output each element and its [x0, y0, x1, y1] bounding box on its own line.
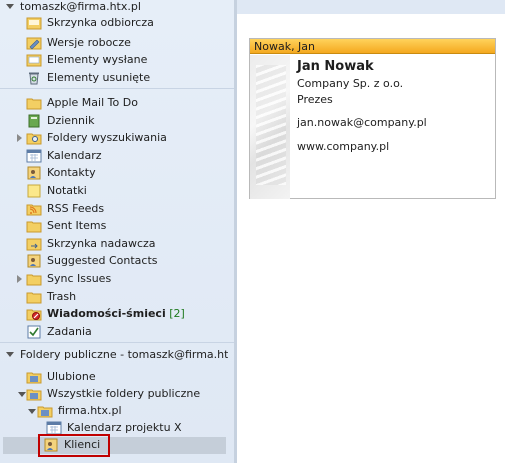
notes-icon: [27, 184, 41, 198]
folder-label: Suggested Contacts: [47, 254, 158, 267]
expand-icon[interactable]: [17, 275, 22, 283]
tasks-icon: [27, 325, 41, 339]
collapse-icon[interactable]: [6, 4, 14, 9]
folder-label: Wersje robocze: [47, 36, 131, 49]
folder-label: firma.htx.pl: [58, 404, 122, 417]
contact-website: www.company.pl: [297, 140, 390, 153]
collapse-icon[interactable]: [6, 352, 14, 357]
contact-name: Jan Nowak: [297, 59, 374, 74]
folder-label: Sent Items: [47, 219, 107, 232]
folder-label: Elementy usunięte: [47, 71, 151, 84]
folder-label: Trash: [47, 290, 77, 303]
unread-count: [2]: [169, 307, 185, 320]
folder-label: Kalendarz: [47, 149, 102, 162]
folder-label: Skrzynka nadawcza: [47, 237, 156, 250]
folder-label: Foldery wyszukiwania: [47, 131, 167, 144]
folder-label: Wszystkie foldery publiczne: [47, 387, 201, 400]
folder-label: Dziennik: [47, 114, 95, 127]
folder-label: Notatki: [47, 184, 87, 197]
folder-label: Kontakty: [47, 166, 96, 179]
contact-card[interactable]: Nowak, Jan Jan Nowak Company Sp. z o.o. …: [249, 38, 496, 199]
contacts-icon: [27, 254, 41, 268]
contact-file-as: Nowak, Jan: [254, 40, 316, 53]
folder-icon: [26, 221, 42, 233]
junk-icon: [26, 309, 42, 321]
collapse-icon[interactable]: [28, 409, 36, 414]
folder-label: Elementy wysłane: [47, 53, 148, 66]
contact-company: Company Sp. z o.o.: [297, 77, 404, 90]
contact-card-title[interactable]: Nowak, Jan: [250, 39, 495, 54]
separator: [0, 342, 234, 343]
contacts-icon: [27, 166, 41, 180]
sent-items-icon: [26, 54, 42, 67]
folder-icon: [26, 274, 42, 286]
public-folders-header[interactable]: Foldery publiczne - tomaszk@firma.htx.pl: [6, 347, 228, 363]
card-decoration: [250, 55, 290, 199]
public-folder-icon: [37, 406, 53, 418]
search-folder-icon: [26, 133, 42, 145]
folder-label: Skrzynka odbiorcza: [47, 16, 154, 29]
contact-position: Prezes: [297, 93, 333, 106]
public-folders-icon: [26, 389, 42, 401]
selection-outline: [38, 434, 110, 457]
view-header-strip: [237, 0, 505, 14]
calendar-icon: [26, 149, 42, 163]
account-header[interactable]: tomaszk@firma.htx.pl: [0, 0, 234, 14]
folder-label: Apple Mail To Do: [47, 96, 138, 109]
selected-row-highlight: [3, 437, 226, 454]
folder-label: RSS Feeds: [47, 202, 105, 215]
junk-label: Wiadomości-śmieci: [47, 307, 166, 320]
outbox-icon: [26, 238, 42, 251]
contacts-view: Nowak, Jan Jan Nowak Company Sp. z o.o. …: [237, 0, 505, 463]
journal-icon: [28, 114, 40, 128]
favorites-folder-icon: [26, 372, 42, 384]
folder-label: Zadania: [47, 325, 92, 338]
collapse-icon[interactable]: [18, 392, 26, 397]
folder-label: Sync Issues: [47, 272, 112, 285]
navigation-pane: tomaszk@firma.htx.pl Skrzynka odbiorcza …: [0, 0, 234, 463]
folder-icon: [26, 98, 42, 110]
drafts-icon: [26, 37, 42, 50]
rss-icon: [26, 204, 42, 216]
contact-email: jan.nowak@company.pl: [297, 116, 427, 129]
account-label: tomaszk@firma.htx.pl: [20, 0, 141, 13]
folder-label: Wiadomości-śmieci [2]: [47, 306, 185, 322]
inbox-icon: [26, 17, 42, 30]
public-folders-label: Foldery publiczne - tomaszk@firma.htx.pl: [20, 348, 228, 361]
folder-label: Ulubione: [47, 370, 96, 383]
expand-icon[interactable]: [17, 134, 22, 142]
deleted-items-icon: [29, 72, 39, 85]
separator: [0, 88, 234, 89]
calendar-icon: [46, 421, 62, 435]
folder-icon: [26, 292, 42, 304]
